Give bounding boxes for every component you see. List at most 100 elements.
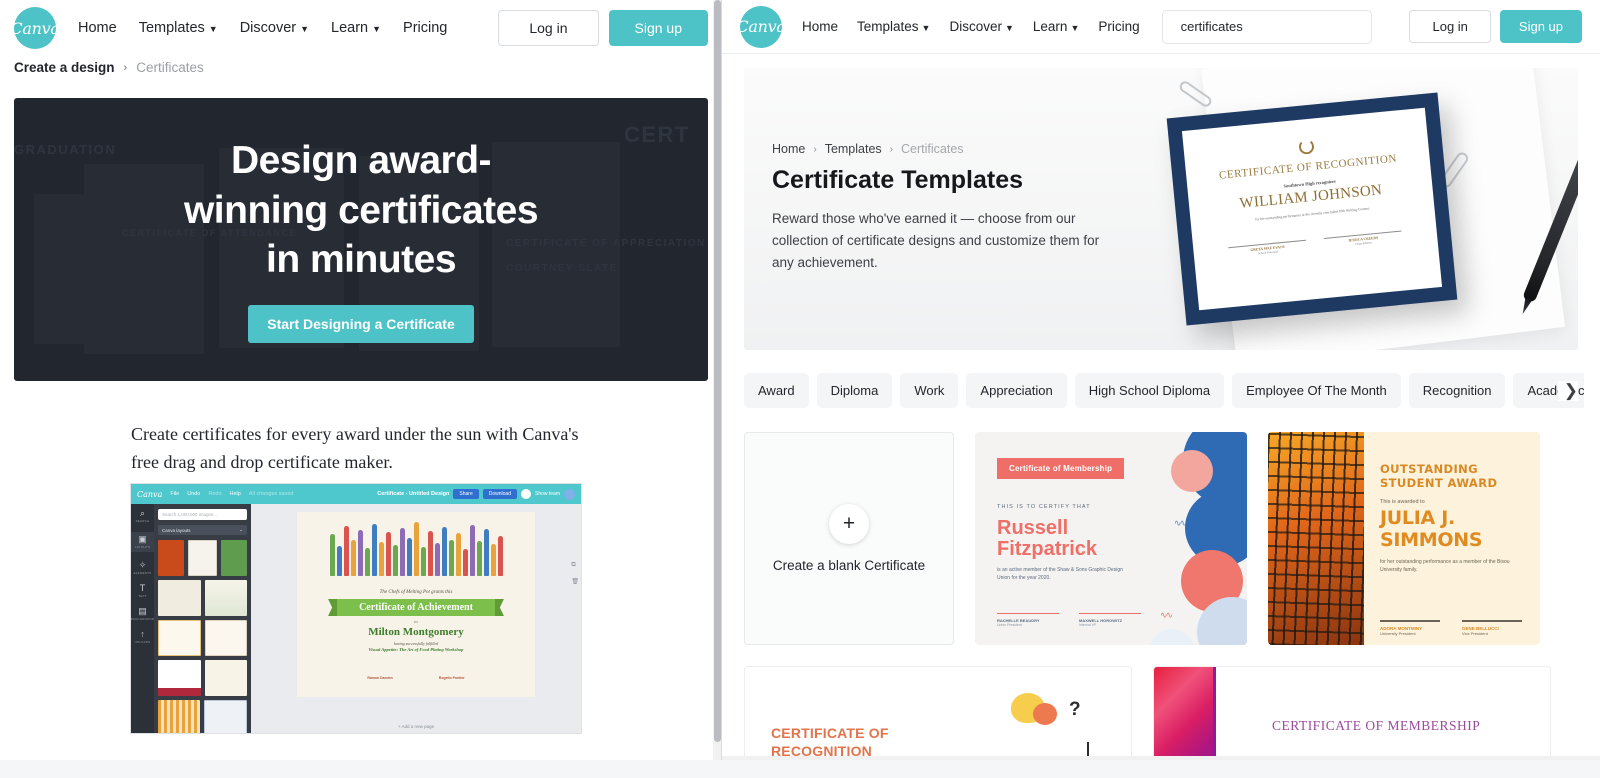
template-card-membership-serif[interactable]: CERTIFICATE OF MEMBERSHIP — [1153, 666, 1551, 760]
editor-thumb[interactable] — [204, 580, 247, 616]
signature-1: ADORA MONTMINY University President — [1380, 620, 1440, 636]
certificate-pretext: The Chefs of Melting Pot grants this — [379, 590, 453, 595]
award-recipient: JULIA J. SIMMONS — [1380, 507, 1483, 551]
utensils-illustration — [329, 518, 503, 576]
left-body-text: Create certificates for every award unde… — [131, 424, 579, 472]
editor-rail-layouts[interactable]: ▣ LAYOUTS — [131, 532, 154, 552]
editor-certificate-design[interactable]: The Chefs of Melting Pot grants this Cer… — [297, 512, 535, 697]
certificate-signatures: Ramon Damien Rogelio Pontier — [367, 676, 464, 680]
category-filter-chips: Award Diploma Work Appreciation High Sch… — [744, 373, 1584, 408]
editor-thumb[interactable] — [204, 620, 247, 656]
editor-menu-help[interactable]: Help — [230, 491, 241, 497]
editor-user-avatar[interactable] — [564, 488, 575, 500]
chip-award[interactable]: Award — [744, 373, 809, 408]
template-card-membership[interactable]: ∿∿ ∿∿ Certificate of Membership THIS IS … — [975, 432, 1247, 645]
editor-rail-uploads[interactable]: ↑ UPLOADS — [135, 630, 151, 645]
editor-thumb[interactable] — [188, 540, 217, 576]
membership-signatures: RACHELLE BEAUDRY Union President MAXWELL… — [997, 612, 1141, 627]
breadcrumb-templates[interactable]: Templates — [825, 142, 882, 156]
template-card-recognition[interactable]: CERTIFICATE OF RECOGNITION ? ◀ — [744, 666, 1132, 760]
signup-button[interactable]: Sign up — [608, 10, 708, 46]
signature-1: RACHELLE BEAUDRY Union President — [997, 612, 1059, 627]
editor-thumb[interactable] — [158, 620, 201, 656]
editor-download-button[interactable]: Download — [482, 489, 517, 499]
breadcrumb-certificates[interactable]: Certificates — [136, 60, 204, 75]
nav-item-discover[interactable]: Discover ▼ — [240, 20, 309, 36]
chevron-right-icon[interactable]: ❯ — [1557, 380, 1578, 401]
editor-rail-elements[interactable]: ✧ ELEMENTS — [134, 561, 152, 576]
nav-item-discover[interactable]: Discover ▼ — [949, 19, 1013, 34]
breadcrumb-create-a-design[interactable]: Create a design — [14, 60, 115, 75]
editor-search-input[interactable]: Search 1,000,000 images... — [158, 509, 247, 520]
membership-serif-title: CERTIFICATE OF MEMBERSHIP — [1272, 718, 1481, 733]
editor-thumb[interactable] — [158, 700, 200, 733]
nav-item-learn[interactable]: Learn ▼ — [331, 20, 381, 36]
breadcrumb-separator-icon: › — [889, 143, 894, 155]
template-card-student-award[interactable]: OUTSTANDING STUDENT AWARD This is awarde… — [1268, 432, 1540, 645]
nav-item-templates[interactable]: Templates ▼ — [857, 19, 930, 34]
editor-rail-text[interactable]: T TEXT — [138, 584, 147, 599]
nav-label: Home — [78, 20, 117, 36]
editor-thumb[interactable] — [158, 660, 201, 696]
nav-label: Pricing — [1098, 19, 1140, 34]
canva-logo[interactable]: Canva — [736, 5, 786, 48]
nav-item-pricing[interactable]: Pricing — [1098, 19, 1139, 34]
page-root: Canva Home Templates ▼ Discover ▼ Learn ▼ P… — [0, 0, 1600, 778]
login-button[interactable]: Log in — [1409, 10, 1491, 43]
decor-circle — [1149, 629, 1195, 645]
chip-work[interactable]: Work — [900, 373, 959, 408]
left-panel-scroll-thumb[interactable] — [714, 0, 721, 742]
nav-item-pricing[interactable]: Pricing — [403, 20, 447, 36]
editor-thumb[interactable] — [158, 580, 201, 616]
membership-description: is an active member of the Shaw & Sons G… — [997, 567, 1123, 581]
canva-logo[interactable]: Canva — [10, 7, 60, 49]
certificate-mockup-image: CERTIFICATE OF RECOGNITION Southtown Hig… — [1148, 68, 1578, 350]
nav-item-home[interactable]: Home — [802, 19, 838, 34]
certificate-sub2: Visual Appetite: The Art of Food Plating… — [368, 647, 464, 652]
editor-share-button[interactable]: Share — [453, 489, 479, 499]
editor-rail-search[interactable]: ⌕ SEARCH — [136, 509, 150, 524]
chip-recognition[interactable]: Recognition — [1408, 373, 1506, 408]
page-bottom-strip — [0, 760, 1600, 778]
zigzag-decor: ∿∿ — [1159, 610, 1173, 620]
editor-layouts-select[interactable]: Canva layouts ⌄ — [158, 525, 247, 535]
editor-thumb[interactable] — [158, 540, 185, 576]
editor-menu-redo[interactable]: Redo — [208, 491, 221, 497]
chip-high-school-diploma[interactable]: High School Diploma — [1074, 373, 1225, 408]
editor-add-page-button[interactable]: + Add a new page — [398, 724, 434, 729]
breadcrumb-home[interactable]: Home — [772, 142, 805, 156]
editor-thumb[interactable] — [203, 700, 247, 733]
chip-appreciation[interactable]: Appreciation — [966, 373, 1067, 408]
login-button[interactable]: Log in — [498, 10, 599, 46]
editor-menu-undo[interactable]: Undo — [187, 491, 200, 497]
chip-employee-of-the-month[interactable]: Employee Of The Month — [1232, 373, 1401, 408]
nav-item-learn[interactable]: Learn ▼ — [1033, 19, 1079, 34]
copy-page-icon[interactable]: ⧉ — [571, 562, 579, 569]
signature-1: Ramon Damien — [367, 676, 393, 680]
hero-ghost-text: GRADUATION — [14, 142, 117, 157]
start-designing-button[interactable]: Start Designing a Certificate — [248, 305, 474, 344]
signup-button[interactable]: Sign up — [1499, 10, 1582, 43]
rail-label: TEXT — [138, 594, 147, 598]
breadcrumb-certificates[interactable]: Certificates — [901, 142, 964, 156]
editor-thumb[interactable] — [204, 660, 247, 696]
chip-diploma[interactable]: Diploma — [816, 373, 893, 408]
search-input[interactable] — [1180, 19, 1357, 34]
editor-rail-background[interactable]: ▤ BACKGROUND — [131, 607, 154, 622]
editor-side-panel: Search 1,000,000 images... Canva layouts… — [154, 504, 251, 733]
editor-menu-file[interactable]: File — [170, 491, 179, 497]
nav-item-home[interactable]: Home — [78, 20, 117, 36]
nav-label: Learn — [331, 20, 369, 36]
wreath-icon — [1297, 138, 1315, 155]
membership-certify-label: THIS IS TO CERTIFY THAT — [997, 504, 1091, 510]
editor-show-team-label[interactable]: Show team — [535, 491, 560, 497]
editor-thumb[interactable] — [220, 540, 247, 576]
nav-label: Discover — [949, 19, 1002, 34]
search-bar[interactable] — [1161, 9, 1372, 44]
delete-page-icon[interactable]: 🗑 — [571, 578, 579, 585]
nav-item-templates[interactable]: Templates ▼ — [139, 20, 218, 36]
template-grid-row-1: + Create a blank Certificate ∿∿ ∿∿ Certi… — [744, 432, 1600, 645]
right-navbar: Canva Home Templates ▼ Discover ▼ Learn ▼ P… — [722, 0, 1600, 54]
create-blank-certificate-card[interactable]: + Create a blank Certificate — [744, 432, 954, 645]
nav-label: Pricing — [403, 20, 448, 36]
